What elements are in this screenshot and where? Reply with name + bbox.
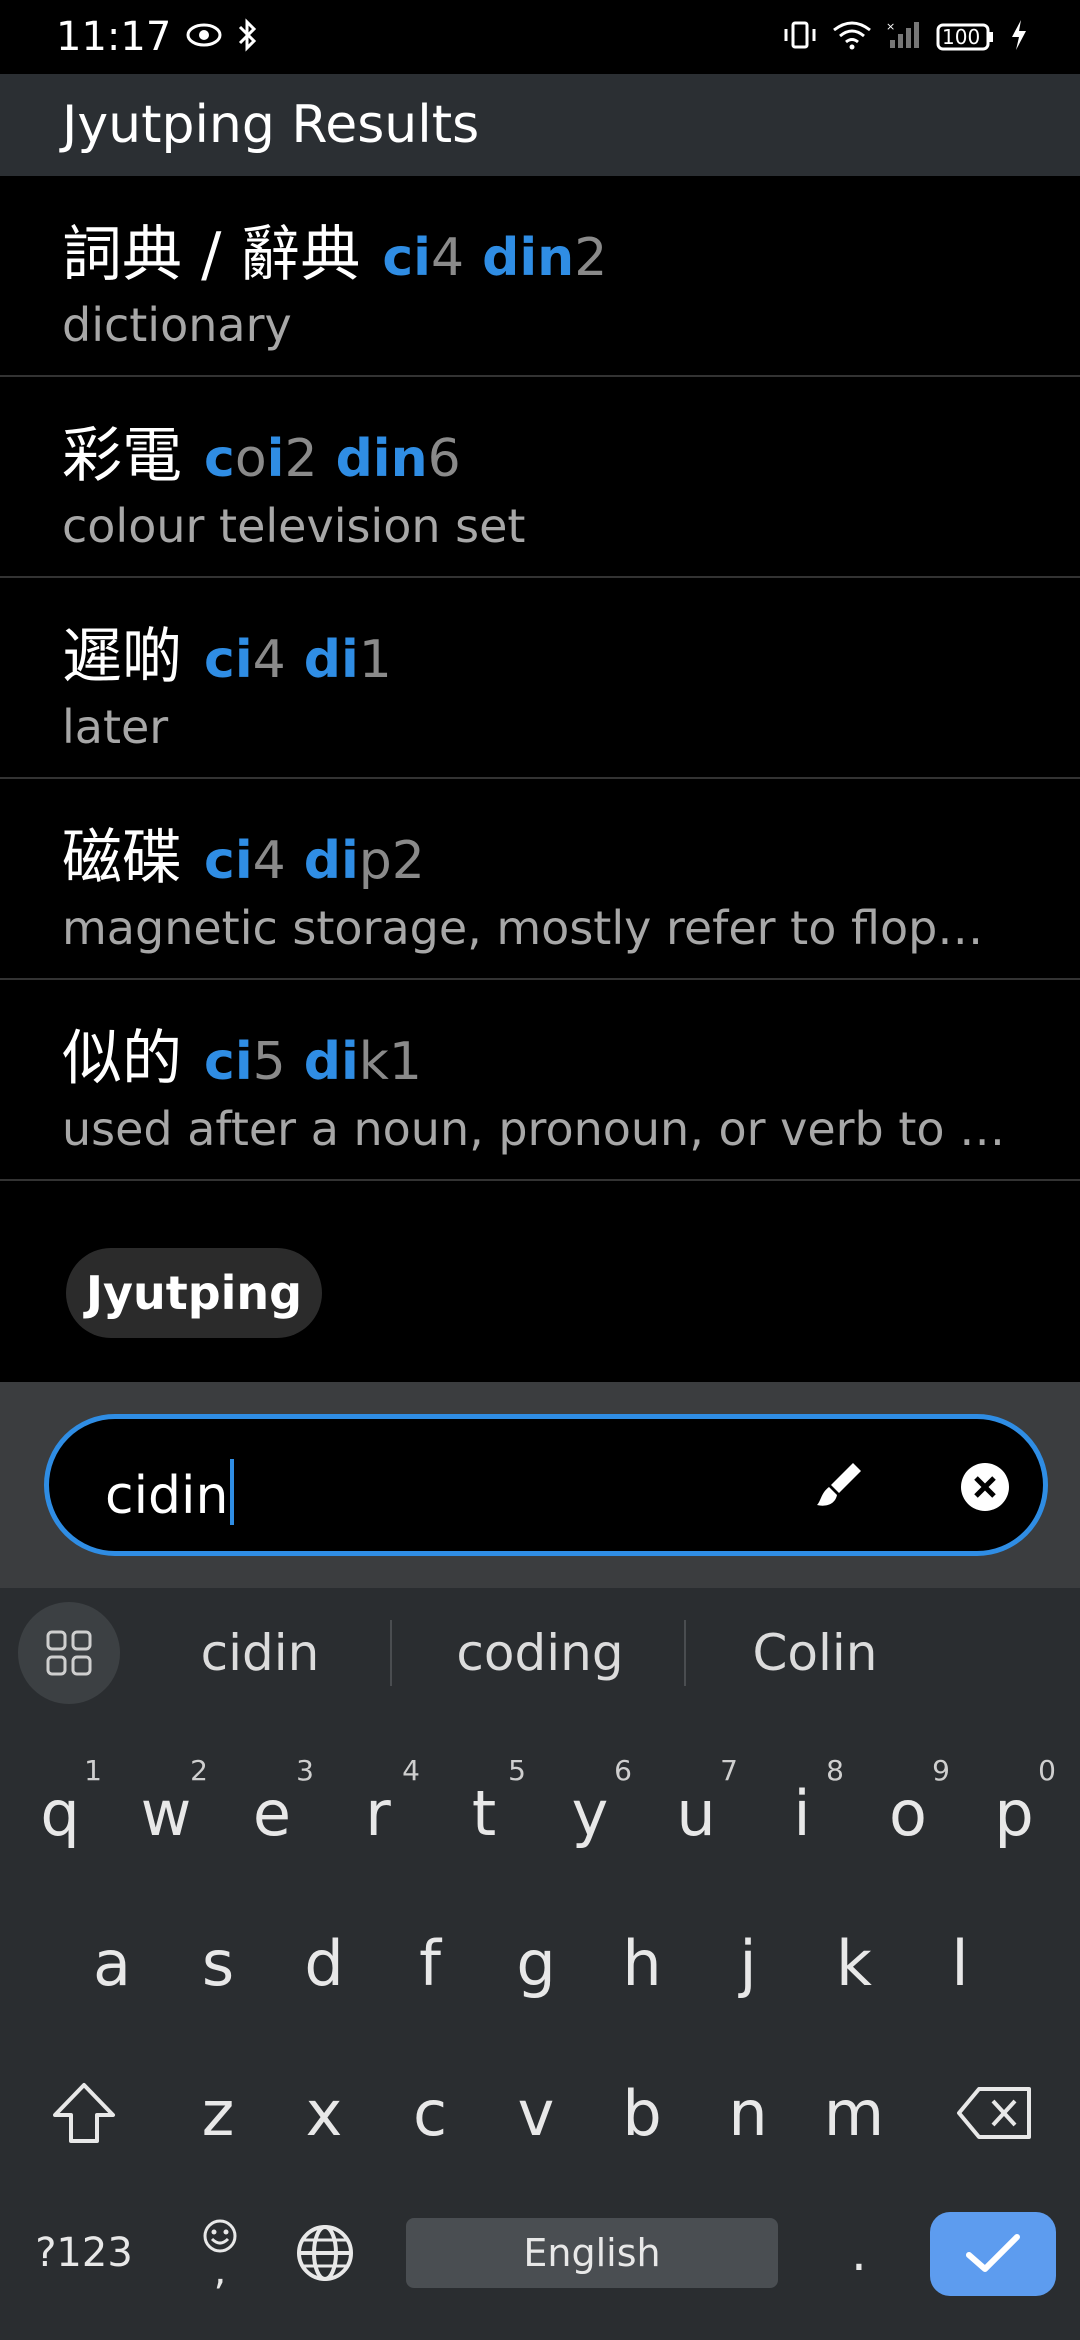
result-item[interactable]: 彩電 coi2 din6 colour television set [0,377,1080,578]
suggestion-3[interactable]: Colin [700,1588,930,1718]
key-p[interactable]: p0 [966,1754,1062,1868]
app-bar: Jyutping Results [0,74,1080,176]
battery-icon: 100 [936,22,996,52]
vibrate-icon [782,20,818,54]
suggestion-1[interactable]: cidin [150,1588,370,1718]
result-hanzi: 詞典 / 辭典 [62,220,361,290]
result-item[interactable]: 似的 ci5 dik1 used after a noun, pronoun, o… [0,980,1080,1181]
key-h[interactable]: h [594,1908,690,2018]
space-key[interactable]: English [406,2218,778,2288]
key-q[interactable]: q1 [12,1754,108,1868]
status-time: 11:17 [56,14,172,60]
suggestion-divider [684,1620,686,1686]
chip-label: Jyutping [85,1266,303,1320]
key-b[interactable]: b [594,2058,690,2168]
keyboard-apps-button[interactable] [18,1602,120,1704]
key-c[interactable]: c [382,2058,478,2168]
key-a[interactable]: a [64,1908,160,2018]
result-header: 遲啲 ci4 di1 [62,608,1018,700]
result-jyutping: ci5 dik1 [204,1032,422,1092]
result-hanzi: 磁碟 [62,823,182,893]
enter-key[interactable] [930,2212,1056,2296]
result-jyutping: ci4 dip2 [204,831,425,891]
result-definition: colour television set [62,499,526,553]
language-key[interactable] [280,2198,370,2308]
symbols-key[interactable]: ?123 [34,2218,134,2288]
key-z[interactable]: z [170,2058,266,2168]
key-k[interactable]: k [806,1908,902,2018]
result-header: 彩電 coi2 din6 [62,407,1018,499]
key-t[interactable]: t5 [436,1754,532,1868]
key-y[interactable]: y6 [542,1754,638,1868]
results-list: 詞典 / 辭典 ci4 din2 dictionary 彩電 coi2 din6 c… [0,176,1080,1181]
grid-icon [46,1630,92,1676]
search-input[interactable]: cidin [105,1459,235,1526]
eye-icon [185,20,223,54]
key-i[interactable]: i8 [754,1754,850,1868]
result-header: 詞典 / 辭典 ci4 din2 [62,206,1018,298]
backspace-icon [957,2087,1031,2139]
suggestion-2[interactable]: coding [410,1588,670,1718]
result-jyutping: coi2 din6 [204,429,461,489]
result-jyutping: ci4 di1 [204,630,392,690]
search-box[interactable]: cidin [44,1414,1048,1556]
backspace-key[interactable] [940,2058,1050,2168]
result-jyutping: ci4 din2 [382,228,608,288]
shift-icon [53,2083,115,2143]
result-item[interactable]: 磁碟 ci4 dip2 magnetic storage, mostly refe… [0,779,1080,980]
key-u[interactable]: u7 [648,1754,744,1868]
battery-level: 100 [942,25,981,49]
globe-icon [297,2225,353,2281]
clear-icon[interactable] [955,1457,1015,1517]
result-definition: used after a noun, pronoun, or verb to … [62,1102,1006,1156]
key-g[interactable]: g [488,1908,584,2018]
check-icon [966,2234,1020,2272]
signal-icon: × [886,20,922,54]
key-x[interactable]: x [276,2058,372,2168]
suggestion-divider [390,1620,392,1686]
key-j[interactable]: j [700,1908,796,2018]
result-definition: dictionary [62,298,292,352]
key-e[interactable]: e3 [224,1754,320,1868]
brush-icon[interactable] [809,1455,869,1515]
result-header: 似的 ci5 dik1 [62,1010,1018,1102]
status-left: 11:17 [56,14,259,60]
text-cursor [230,1459,235,1525]
search-value: cidin [105,1466,229,1526]
key-n[interactable]: n [700,2058,796,2168]
key-v[interactable]: v [488,2058,584,2168]
key-f[interactable]: f [382,1908,478,2018]
svg-text:×: × [886,20,895,33]
bluetooth-icon [237,18,259,56]
keyboard: q1 w2 e3 r4 t5 y6 u7 i8 o9 p0 a s d f g … [0,1718,1080,2340]
result-hanzi: 彩電 [62,421,182,491]
jyutping-filter-chip[interactable]: Jyutping [66,1248,322,1338]
key-l[interactable]: l [912,1908,1008,2018]
key-s[interactable]: s [170,1908,266,2018]
result-item[interactable]: 遲啲 ci4 di1 later [0,578,1080,779]
result-header: 磁碟 ci4 dip2 [62,809,1018,901]
shift-key[interactable] [34,2058,134,2168]
key-m[interactable]: m [806,2058,902,2168]
suggestion-bar: cidin coding Colin [0,1588,1080,1718]
search-area: cidin [0,1382,1080,1588]
status-bar: 11:17 × 100 [0,0,1080,74]
result-item[interactable]: 詞典 / 辭典 ci4 din2 dictionary [0,176,1080,377]
key-d[interactable]: d [276,1908,372,2018]
comma-label: , [213,2248,227,2294]
result-definition: later [62,700,169,754]
period-key[interactable]: . [834,2218,884,2288]
charging-icon [1010,19,1028,55]
emoji-key[interactable]: , [180,2198,260,2308]
page-title: Jyutping Results [62,95,480,155]
result-definition: magnetic storage, mostly refer to flop… [62,901,984,955]
key-w[interactable]: w2 [118,1754,214,1868]
status-right: × 100 [782,19,1028,55]
key-r[interactable]: r4 [330,1754,426,1868]
key-o[interactable]: o9 [860,1754,956,1868]
wifi-icon [832,20,872,54]
result-hanzi: 似的 [62,1024,182,1094]
result-hanzi: 遲啲 [62,622,182,692]
